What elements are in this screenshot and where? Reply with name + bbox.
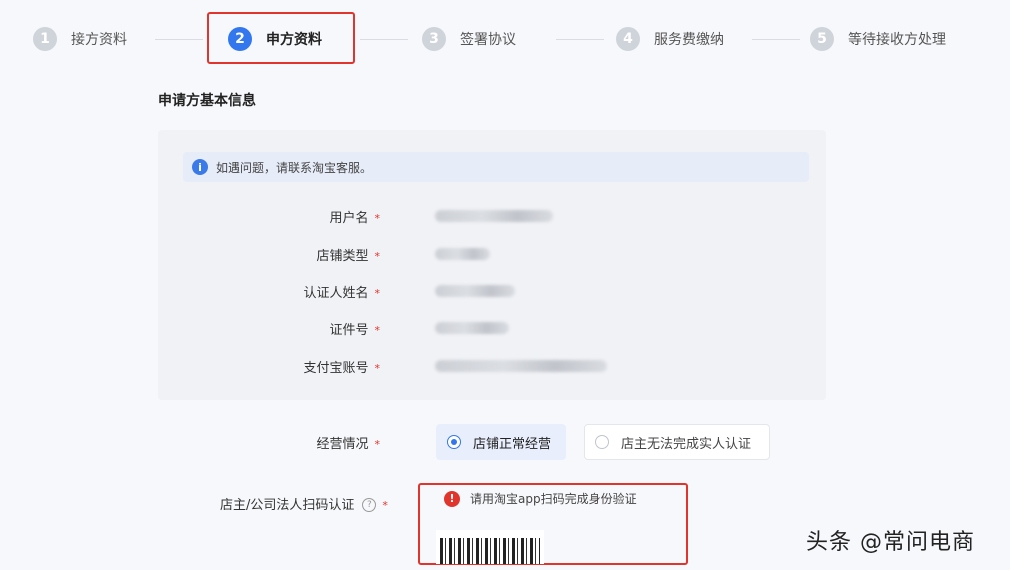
field-row-id-number: 证件号 *	[0, 318, 1010, 338]
step-1[interactable]: 1 接方资料	[33, 24, 127, 54]
redacted-value	[435, 248, 490, 260]
redacted-value	[435, 210, 553, 222]
field-label: 店主/公司法人扫码认证? *	[220, 494, 388, 513]
step-connector	[155, 39, 203, 40]
info-icon: i	[192, 159, 208, 175]
section-title: 申请方基本信息	[158, 93, 256, 109]
field-label: 店铺类型 *	[220, 245, 380, 264]
redacted-value	[435, 360, 607, 372]
required-mark: *	[374, 211, 381, 225]
step-connector	[556, 39, 604, 40]
field-label: 认证人姓名 *	[220, 282, 380, 301]
radio-label: 店主无法完成实人认证	[621, 436, 752, 452]
field-label-text: 店主/公司法人扫码认证	[220, 497, 355, 513]
step-connector	[360, 39, 408, 40]
step-5[interactable]: 5 等待接收方处理	[810, 24, 946, 54]
step-4[interactable]: 4 服务费缴纳	[616, 24, 724, 54]
radio-button[interactable]	[447, 435, 461, 449]
required-mark: *	[374, 249, 381, 263]
step-number: 4	[616, 27, 640, 51]
error-text: 请用淘宝app扫码完成身份验证	[470, 492, 637, 506]
field-row-alipay-account: 支付宝账号 *	[0, 356, 1010, 376]
qr-code-pattern	[440, 538, 540, 564]
field-label-text: 店铺类型	[316, 248, 369, 264]
radio-shop-normal[interactable]: 店铺正常经营	[436, 424, 566, 460]
required-mark: *	[374, 437, 381, 451]
field-label-text: 支付宝账号	[303, 360, 369, 376]
field-label-text: 证件号	[329, 322, 369, 338]
question-circle-icon[interactable]: ?	[362, 498, 377, 512]
field-label: 支付宝账号 *	[220, 357, 380, 376]
step-label: 等待接收方处理	[848, 32, 946, 48]
notice-text: 如遇问题，请联系淘宝客服。	[216, 160, 373, 175]
step-number: 5	[810, 27, 834, 51]
step-3[interactable]: 3 签署协议	[422, 24, 516, 54]
field-label: 证件号 *	[220, 319, 380, 338]
step-connector	[752, 39, 800, 40]
redacted-value	[435, 285, 515, 297]
watermark: 头条 @常问电商	[806, 530, 975, 555]
steps-bar: 1 接方资料 2 申方资料 3 签署协议 4 服务费缴纳 5 等待接收方处理	[0, 0, 1010, 80]
error-circle-icon: !	[444, 490, 460, 507]
required-mark: *	[374, 361, 381, 375]
field-label: 用户名 *	[220, 207, 380, 226]
field-label: 经营情况 *	[220, 433, 380, 452]
step-number: 1	[33, 27, 57, 51]
step-label: 接方资料	[71, 32, 127, 48]
required-mark: *	[382, 498, 388, 512]
field-row-shop-type: 店铺类型 *	[0, 244, 1010, 264]
scan-error-message: ! 请用淘宝app扫码完成身份验证	[444, 490, 637, 507]
field-label-text: 认证人姓名	[303, 285, 369, 301]
step-label: 签署协议	[460, 32, 516, 48]
required-mark: *	[374, 323, 381, 337]
radio-dot	[451, 439, 457, 445]
redacted-value	[435, 322, 509, 334]
required-mark: *	[374, 286, 381, 300]
active-step-highlight	[207, 12, 355, 64]
field-row-username: 用户名 *	[0, 206, 1010, 226]
radio-owner-unverifiable[interactable]: 店主无法完成实人认证	[584, 424, 770, 460]
step-number: 3	[422, 27, 446, 51]
qr-code[interactable]	[436, 530, 544, 564]
notice-bar: i 如遇问题，请联系淘宝客服。	[183, 152, 809, 182]
field-label-text: 经营情况	[316, 436, 369, 452]
radio-label: 店铺正常经营	[473, 436, 552, 452]
field-row-verifier-name: 认证人姓名 *	[0, 281, 1010, 301]
step-label: 服务费缴纳	[654, 32, 724, 48]
radio-button[interactable]	[595, 435, 609, 449]
field-label-text: 用户名	[329, 210, 369, 226]
